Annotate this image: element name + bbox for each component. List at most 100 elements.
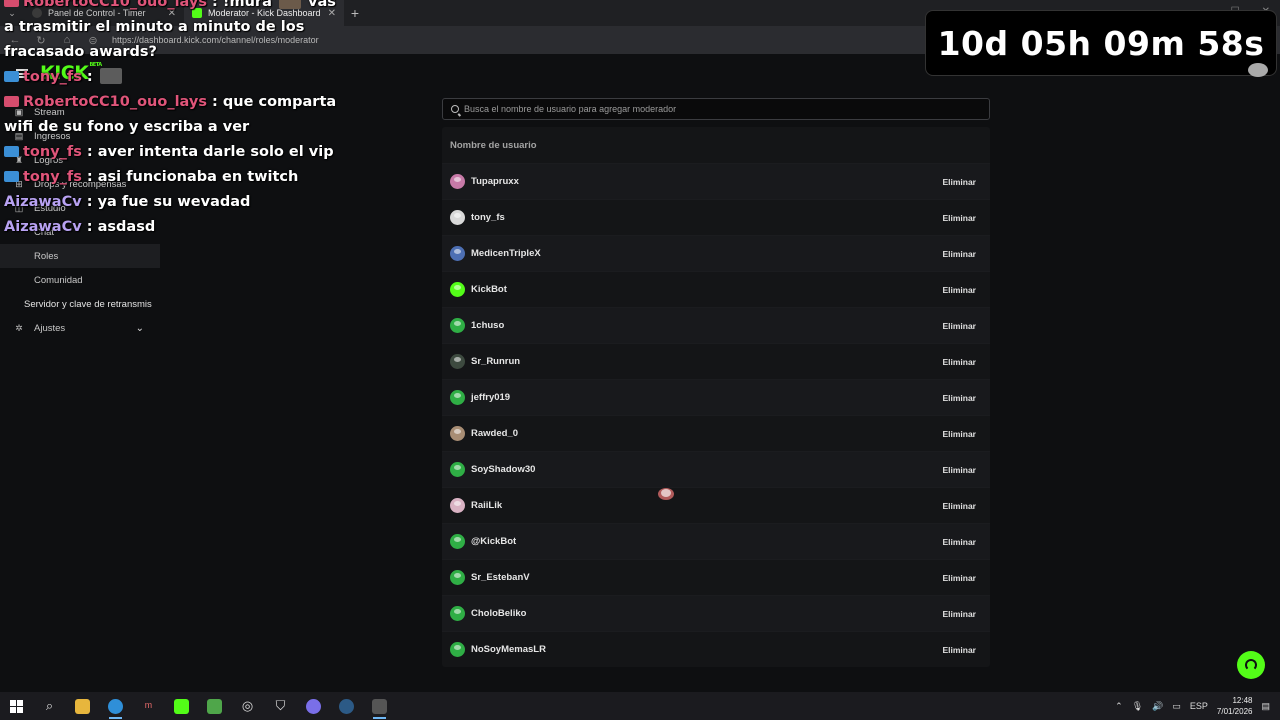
avatar [450,498,465,513]
delete-moderator-button[interactable]: Eliminar [942,465,976,475]
moderator-username: tony_fs [471,212,505,223]
minecraft-icon[interactable] [198,692,231,720]
avatar [450,210,465,225]
gear-icon: ✲ [15,323,23,333]
moderator-row: SoyShadow30 Eliminar [442,451,990,487]
avatar [450,642,465,657]
headset-icon [1245,659,1257,671]
network-icon[interactable]: ▭ [1172,701,1181,712]
delete-moderator-button[interactable]: Eliminar [942,177,976,187]
chevron-up-icon[interactable]: ⌃ [1115,701,1123,712]
delete-moderator-button[interactable]: Eliminar [942,609,976,619]
chat-text: aver intenta darle solo el vip [97,144,334,160]
clock[interactable]: 12:48 7/01/2026 [1217,695,1253,717]
delete-moderator-button[interactable]: Eliminar [942,429,976,439]
chat-text: !mura [222,0,272,10]
new-tab-button[interactable]: + [344,5,366,21]
file-explorer-icon[interactable] [66,692,99,720]
avatar [450,246,465,261]
avatar [450,534,465,549]
chevron-down-icon[interactable]: ⌄ [136,323,144,334]
avatar [450,174,465,189]
search-input[interactable] [464,104,964,114]
avatar [450,570,465,585]
avatar [450,354,465,369]
sidebar-item-roles[interactable]: Roles [0,244,160,268]
app-icon[interactable]: ᵐ [132,692,165,720]
column-header-username: Nombre de usuario [450,139,537,151]
moderator-username: Tupapruxx [471,176,519,187]
moderator-row: Sr_EstebanV Eliminar [442,559,990,595]
moderator-row: CholoBeliko Eliminar [442,595,990,631]
clock-date: 7/01/2026 [1216,707,1253,716]
edge-icon[interactable] [99,692,132,720]
avatar [1248,63,1268,77]
volume-icon[interactable]: 🔊 [1152,701,1163,712]
kick-icon[interactable] [165,692,198,720]
chat-message: tony_fs : asi funcionaba en twitch [4,165,344,190]
clock-time: 12:48 [1232,696,1253,705]
shield-icon[interactable]: ⛉ [264,692,297,720]
support-chat-button[interactable] [1237,651,1265,679]
moderator-username: MedicenTripleX [471,248,541,259]
moderator-username: RaiiLik [471,500,503,511]
cursor-sticker-icon [658,488,674,500]
delete-moderator-button[interactable]: Eliminar [942,501,976,511]
chat-message: RobertoCC10_ouo_lays : que comparta wifi… [4,94,337,135]
moderator-username: 1chuso [471,320,505,331]
search-icon [451,105,459,113]
discord-icon[interactable] [297,692,330,720]
moderator-row: @KickBot Eliminar [442,523,990,559]
moderator-username: KickBot [471,284,507,295]
delete-moderator-button[interactable]: Eliminar [942,537,976,547]
steam-icon[interactable] [330,692,363,720]
moderator-username: @KickBot [471,536,517,547]
chat-username: tony_fs [23,69,82,85]
sidebar-item-servidor[interactable]: Servidor y clave de retransmisión [0,292,160,316]
delete-moderator-button[interactable]: Eliminar [942,213,976,223]
chat-message: AizawaCv : asdasd [4,219,156,235]
delete-moderator-button[interactable]: Eliminar [942,357,976,367]
delete-moderator-button[interactable]: Eliminar [942,645,976,655]
sidebar-item-label: Servidor y clave de retransmisión [24,298,152,310]
search-moderator-field[interactable] [442,98,990,120]
moderator-username: Rawded_0 [471,428,518,439]
countdown-timer: 10d 05h 09m 58s [925,10,1277,77]
delete-moderator-button[interactable]: Eliminar [942,285,976,295]
delete-moderator-button[interactable]: Eliminar [942,393,976,403]
moderator-row: Sr_Runrun Eliminar [442,343,990,379]
lang-label[interactable]: ESP [1190,701,1208,711]
moderator-row: RaiiLik Eliminar [442,487,990,523]
moderator-username: CholoBeliko [471,608,527,619]
screen: ⌄ Panel de Control - Timer ✕ Moderator -… [0,0,1280,720]
moderator-username: Sr_Runrun [471,356,521,367]
chat-text: asi funcionaba en twitch [97,169,299,185]
sidebar-item-comunidad[interactable]: Comunidad [0,268,160,292]
delete-moderator-button[interactable]: Eliminar [942,321,976,331]
badge-icon [4,171,19,182]
microphone-icon[interactable]: 🎙 [1132,701,1143,712]
windows-start-icon[interactable] [0,692,33,720]
search-icon[interactable]: ⌕ [33,692,66,720]
emote-icon [99,68,122,84]
moderator-row: Tupapruxx Eliminar [442,163,990,199]
chat-message: AizawaCv : ya fue su wevadad [4,194,251,210]
sidebar-item-label: Roles [34,250,59,262]
delete-moderator-button[interactable]: Eliminar [942,573,976,583]
chrome-icon[interactable]: ◎ [231,692,264,720]
moderator-username: Sr_EstebanV [471,572,530,583]
delete-moderator-button[interactable]: Eliminar [942,249,976,259]
moderator-username: NoSoyMemasLR [471,644,546,655]
badge-icon [4,71,19,82]
moderator-row: 1chuso Eliminar [442,307,990,343]
timer-text: 10d 05h 09m 58s [937,23,1265,63]
avatar [450,318,465,333]
epic-icon[interactable] [363,692,396,720]
notification-icon[interactable]: ▤ [1261,701,1270,712]
chat-username: RobertoCC10_ouo_lays [23,0,207,10]
avatar [450,606,465,621]
sidebar-item-ajustes[interactable]: ✲ Ajustes ⌄ [0,316,160,340]
avatar [450,462,465,477]
badge-icon [4,96,19,107]
avatar [450,426,465,441]
